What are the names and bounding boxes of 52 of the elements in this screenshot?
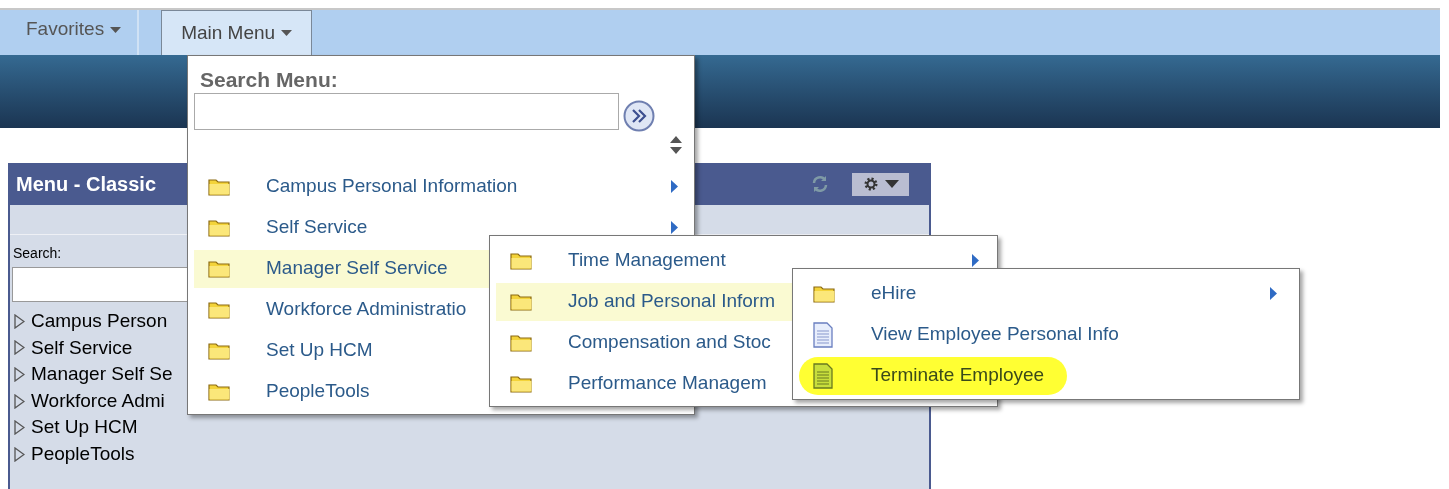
sort-icon[interactable] — [670, 136, 682, 154]
caret-icon — [884, 180, 899, 188]
tree-item[interactable]: PeopleTools — [31, 440, 135, 469]
menu-item[interactable]: Campus Personal Information — [194, 166, 690, 207]
menu-item[interactable]: Workforce Administratio — [194, 289, 490, 330]
expand-icon[interactable] — [14, 340, 25, 356]
menu-item[interactable]: PeopleTools — [194, 371, 490, 412]
menu-item[interactable]: Manager Self Service — [194, 248, 490, 289]
folder-icon — [510, 333, 533, 352]
menu-tab[interactable]: Main Menu — [161, 10, 313, 55]
search-menu-heading: Search Menu: — [200, 67, 338, 93]
folder-icon — [813, 284, 836, 303]
folder-icon — [510, 251, 533, 270]
menu-item[interactable]: Job and Personal Inform — [496, 281, 792, 322]
expand-icon[interactable] — [14, 393, 25, 409]
pagelet-title: Menu - Classic — [16, 172, 157, 197]
arrow-icon — [671, 221, 678, 234]
menu-item[interactable]: Performance Managem — [496, 363, 792, 404]
search-label: Search: — [13, 244, 62, 263]
tree-item[interactable]: Self Service — [31, 333, 133, 363]
folder-icon — [510, 374, 533, 393]
folder-icon — [208, 218, 231, 237]
document-icon — [813, 362, 833, 389]
folder-icon — [208, 341, 231, 360]
menu-item[interactable]: View Employee Personal Info — [799, 314, 1125, 355]
menu-item[interactable]: Terminate Employee — [799, 355, 1067, 396]
tree-item[interactable]: Set Up HCM — [31, 413, 138, 442]
folder-icon — [208, 300, 231, 319]
tree-item[interactable]: Manager Self Se — [31, 360, 173, 389]
arrow-icon — [972, 254, 979, 267]
folder-icon — [208, 177, 231, 196]
menu-item[interactable]: Set Up HCM — [194, 330, 490, 371]
expand-icon[interactable] — [14, 313, 25, 329]
menu-item[interactable]: eHire — [799, 273, 1293, 314]
tree-item[interactable]: Workforce Admi — [31, 386, 165, 416]
expand-icon[interactable] — [14, 446, 25, 462]
folder-icon — [208, 382, 231, 401]
caret-icon — [110, 26, 122, 33]
folder-icon — [208, 259, 231, 278]
search-menu-field[interactable] — [194, 93, 619, 130]
caret-icon — [281, 30, 293, 36]
settings-button[interactable] — [852, 172, 909, 196]
go-button[interactable] — [623, 100, 655, 132]
tree-item[interactable]: Campus Person — [31, 307, 168, 336]
arrow-icon — [1270, 287, 1277, 300]
menu-item[interactable]: Compensation and Stoc — [496, 322, 792, 363]
arrow-icon — [671, 180, 678, 193]
expand-icon[interactable] — [14, 367, 25, 382]
gear-icon — [862, 176, 879, 192]
document-icon — [813, 321, 833, 348]
folder-icon — [510, 292, 533, 311]
expand-icon[interactable] — [14, 420, 25, 436]
